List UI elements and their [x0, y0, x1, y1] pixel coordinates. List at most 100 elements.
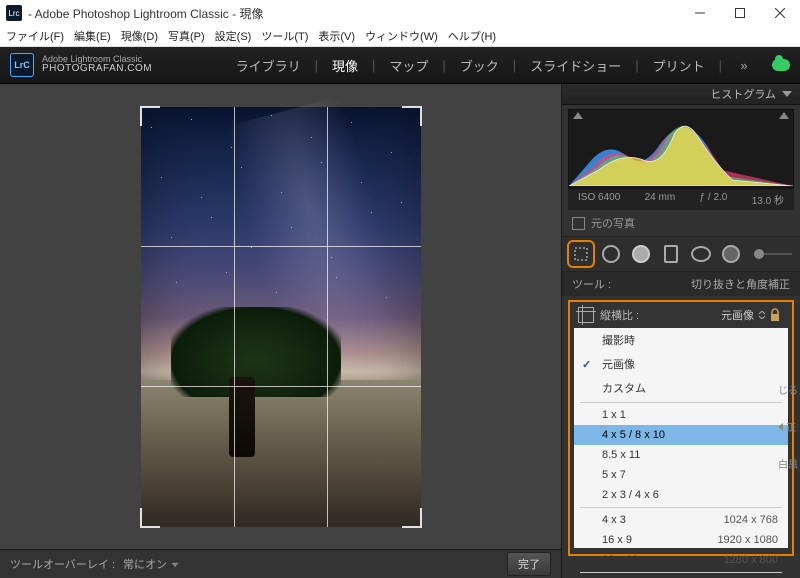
brand-icon: LrC [10, 53, 34, 77]
histogram[interactable] [568, 109, 794, 189]
exif-iso: ISO 6400 [578, 192, 620, 207]
circle-fill-icon [632, 245, 650, 263]
circle-icon [602, 245, 620, 263]
original-row[interactable]: 元の写真 [562, 210, 800, 236]
aspect-item-4x5[interactable]: 4 x 5 / 8 x 10 [574, 425, 788, 445]
aspect-item-16x10[interactable]: 16 x 101280 x 800 [574, 550, 788, 570]
tree [171, 307, 341, 437]
aspect-item-85x11[interactable]: 8.5 x 11 [574, 445, 788, 465]
module-more[interactable]: » [736, 58, 752, 73]
module-slideshow[interactable]: スライドショー [530, 56, 621, 75]
brush-size-slider[interactable] [754, 253, 792, 255]
aspect-item-5x7[interactable]: 5 x 7 [574, 465, 788, 485]
brush-tool-button[interactable] [720, 243, 742, 265]
menu-window[interactable]: ウィンドウ(W) [365, 28, 438, 44]
tool-label: ツール : [572, 276, 611, 292]
histogram-label: ヒストグラム [710, 86, 776, 102]
menu-develop[interactable]: 現像(D) [121, 28, 158, 44]
module-develop[interactable]: 現像 [332, 56, 358, 75]
brand-line2: PHOTOGRAFAN.COM [42, 64, 152, 75]
app-icon: Lrc [6, 5, 22, 21]
menu-separator [580, 572, 782, 573]
crop-handle-tr[interactable] [402, 106, 422, 126]
module-library[interactable]: ライブラリ [236, 56, 301, 75]
aspect-lock-icon[interactable] [766, 308, 784, 322]
histogram-graph [569, 110, 793, 186]
menubar: ファイル(F) 編集(E) 現像(D) 写真(P) 設定(S) ツール(T) 表… [0, 26, 800, 47]
module-map[interactable]: マップ [389, 56, 428, 75]
aspect-item-custom[interactable]: カスタム [574, 376, 788, 400]
done-button[interactable]: 完了 [507, 552, 551, 576]
aspect-label: 縦横比 : [600, 307, 639, 323]
close-icon [775, 8, 785, 18]
crop-handle-tl[interactable] [140, 106, 160, 126]
menu-settings[interactable]: 設定(S) [215, 28, 252, 44]
module-book[interactable]: ブック [460, 56, 499, 75]
aspect-dropdown[interactable]: 元画像 [721, 307, 766, 323]
menu-tools[interactable]: ツール(T) [261, 28, 308, 44]
histogram-header[interactable]: ヒストグラム [562, 84, 800, 105]
cloud-sync-icon[interactable] [772, 59, 790, 71]
brand: LrC Adobe Lightroom Classic PHOTOGRAFAN.… [10, 53, 152, 77]
collapse-icon [782, 91, 792, 97]
gradient-tool-button[interactable] [660, 243, 682, 265]
overlay-dropdown[interactable]: 常にオン [123, 556, 180, 572]
check-icon: ✓ [582, 358, 591, 371]
ellipse-icon [691, 246, 711, 262]
radial-tool-button[interactable] [690, 243, 712, 265]
exif-row: ISO 6400 24 mm ƒ / 2.0 13.0 秒 [568, 189, 794, 210]
rect-icon [664, 245, 678, 263]
menu-help[interactable]: ヘルプ(H) [448, 28, 496, 44]
aspect-row: 縦横比 : 元画像 [570, 302, 792, 328]
tool-name: 切り抜きと角度補正 [691, 276, 790, 292]
menu-view[interactable]: 表示(V) [318, 28, 355, 44]
aspect-item-4x3[interactable]: 4 x 31024 x 768 [574, 510, 788, 530]
aspect-item-asshot[interactable]: 撮影時 [574, 328, 788, 352]
exif-focal: 24 mm [645, 192, 676, 207]
tool-header: ツール : 切り抜きと角度補正 [562, 272, 800, 296]
titlebar: Lrc - Adobe Photoshop Lightroom Classic … [0, 0, 800, 26]
photo-crop-area[interactable] [141, 107, 421, 527]
chevron-down-icon [172, 563, 179, 567]
window-title: - Adobe Photoshop Lightroom Classic - 現像 [28, 5, 263, 22]
right-panel: ヒストグラム ISO 6400 24 mm [561, 84, 800, 578]
canvas-area [0, 84, 561, 549]
aspect-item-16x9[interactable]: 16 x 91920 x 1080 [574, 530, 788, 550]
dot-icon [722, 245, 740, 263]
module-print[interactable]: プリント [653, 56, 705, 75]
app-body: LrC Adobe Lightroom Classic PHOTOGRAFAN.… [0, 47, 800, 578]
maximize-button[interactable] [720, 0, 760, 26]
aspect-menu: 撮影時 ✓元画像 カスタム 1 x 1 4 x 5 / 8 x 10 8.5 x… [574, 328, 788, 548]
aspect-panel: 縦横比 : 元画像 撮影時 ✓元画像 カスタム [568, 300, 794, 556]
crop-tool-button[interactable] [570, 243, 592, 265]
main-row: ツールオーバーレイ : 常にオン 完了 ヒストグラム [0, 84, 800, 578]
app-window: Lrc - Adobe Photoshop Lightroom Classic … [0, 0, 800, 578]
updown-icon [758, 311, 766, 319]
tool-strip [562, 236, 800, 272]
original-checkbox-icon [572, 217, 585, 230]
minimize-icon [695, 8, 705, 18]
aspect-item-2x3[interactable]: 2 x 3 / 4 x 6 [574, 485, 788, 505]
close-button[interactable] [760, 0, 800, 26]
center-panel: ツールオーバーレイ : 常にオン 完了 [0, 84, 561, 578]
menu-separator [580, 402, 782, 403]
redeye-tool-button[interactable] [630, 243, 652, 265]
overlay-label: ツールオーバーレイ : [10, 556, 115, 572]
maximize-icon [735, 8, 745, 18]
canvas-toolbar: ツールオーバーレイ : 常にオン 完了 [0, 549, 561, 578]
crop-icon [573, 246, 589, 262]
exif-shutter: 13.0 秒 [752, 192, 784, 207]
crop-handle-br[interactable] [402, 508, 422, 528]
aspect-item-original[interactable]: ✓元画像 [574, 352, 788, 376]
minimize-button[interactable] [680, 0, 720, 26]
exif-aperture: ƒ / 2.0 [700, 192, 728, 207]
aspect-crop-icon [578, 307, 594, 323]
menu-photo[interactable]: 写真(P) [168, 28, 205, 44]
crop-handle-bl[interactable] [140, 508, 160, 528]
spot-tool-button[interactable] [600, 243, 622, 265]
menu-file[interactable]: ファイル(F) [6, 28, 64, 44]
topbar: LrC Adobe Lightroom Classic PHOTOGRAFAN.… [0, 47, 800, 84]
aspect-item-1x1[interactable]: 1 x 1 [574, 405, 788, 425]
menu-edit[interactable]: 編集(E) [74, 28, 111, 44]
menu-separator [580, 507, 782, 508]
